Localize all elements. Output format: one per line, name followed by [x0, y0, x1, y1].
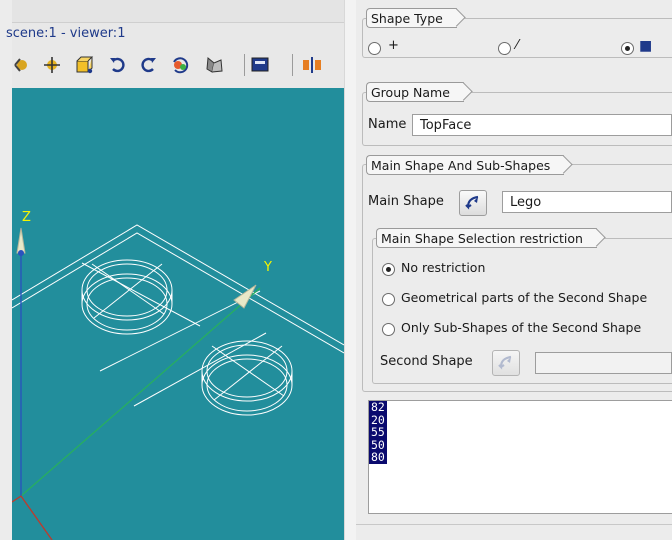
- y-axis-label: Y: [264, 260, 272, 275]
- only-sub-shapes-radio[interactable]: [382, 323, 395, 336]
- shape-type-face-radio[interactable]: [621, 42, 634, 55]
- shape-type-point-glyph: +: [388, 38, 399, 53]
- undo-icon[interactable]: [104, 50, 132, 80]
- shape-type-point-radio[interactable]: [368, 42, 381, 55]
- second-shape-select-button[interactable]: [492, 350, 520, 376]
- main-shape-title: Main Shape And Sub-Shapes: [366, 155, 565, 175]
- second-shape-field[interactable]: [535, 352, 672, 374]
- sub-shape-id-list[interactable]: 82 20 55 50 80: [368, 400, 672, 514]
- view-box-icon[interactable]: [70, 50, 98, 80]
- select-arrow-icon: [498, 355, 512, 370]
- no-restriction-radio[interactable]: [382, 263, 395, 276]
- redo-icon[interactable]: [134, 50, 162, 80]
- restriction-title: Main Shape Selection restriction: [376, 228, 597, 248]
- group-name-title: Group Name: [366, 82, 464, 102]
- screen-icon[interactable]: [246, 50, 274, 80]
- list-item[interactable]: 55: [369, 426, 387, 439]
- name-label: Name: [368, 117, 407, 132]
- shape-type-title: Shape Type: [366, 8, 457, 28]
- geometrical-parts-label: Geometrical parts of the Second Shape: [401, 290, 648, 305]
- main-shape-select-button[interactable]: [459, 190, 487, 216]
- no-restriction-label: No restriction: [401, 260, 486, 275]
- select-arrow-icon: [465, 195, 479, 210]
- viewer-panel: scene:1 - viewer:1 Y Z: [0, 0, 344, 540]
- main-shape-label: Main Shape: [368, 194, 444, 209]
- geometrical-parts-radio[interactable]: [382, 293, 395, 306]
- viewer-title: scene:1 - viewer:1: [6, 26, 126, 41]
- reset-view-icon[interactable]: [166, 50, 194, 80]
- name-field[interactable]: TopFace: [412, 114, 672, 136]
- clipping-icon[interactable]: [298, 50, 326, 80]
- 3d-viewport[interactable]: Y Z: [12, 88, 344, 540]
- viewer-toolbar: [8, 50, 344, 82]
- rotate-icon[interactable]: [8, 50, 36, 80]
- shape-type-edge-radio[interactable]: [498, 42, 511, 55]
- light-icon[interactable]: [200, 50, 228, 80]
- shape-type-edge-glyph: ⁄: [516, 38, 519, 53]
- z-axis-label: Z: [22, 210, 31, 225]
- create-group-panel: Shape Type + ⁄ ■ Group Name Name TopFace…: [356, 0, 672, 540]
- bottom-divider: [356, 524, 672, 525]
- viewer-top-bar: [0, 0, 344, 23]
- second-shape-label: Second Shape: [380, 354, 473, 369]
- only-sub-shapes-label: Only Sub-Shapes of the Second Shape: [401, 320, 642, 335]
- main-shape-field[interactable]: Lego: [502, 191, 672, 213]
- shape-type-face-glyph: ■: [639, 38, 653, 54]
- list-item[interactable]: 80: [369, 451, 387, 464]
- pan-icon[interactable]: [38, 50, 66, 80]
- list-item[interactable]: 82: [369, 401, 387, 414]
